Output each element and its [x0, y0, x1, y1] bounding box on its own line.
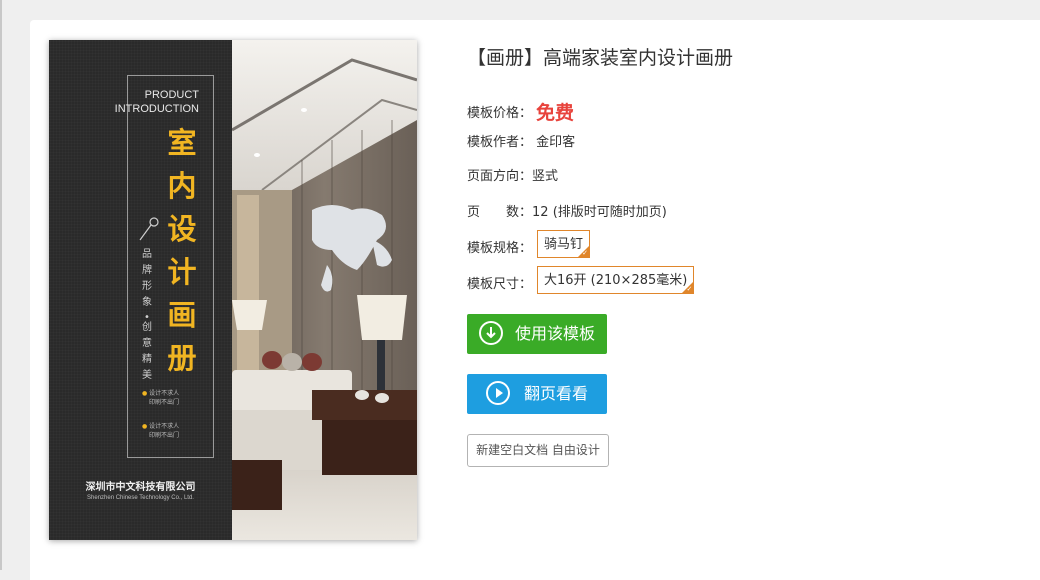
template-title: 【画册】高端家装室内设计画册	[467, 47, 734, 69]
flip-preview-button[interactable]: 翻页看看	[467, 374, 607, 414]
spec-row: 模板规格： 骑马钉 ✓	[467, 230, 591, 258]
cover-slogan-left: 品牌形象	[142, 249, 152, 308]
cover-bullet-2-line1: 设计不求人	[149, 423, 180, 430]
use-template-label: 使用该模板	[515, 324, 596, 343]
orientation-label: 页面方向：	[467, 169, 533, 184]
cover-product-line2: INTRODUCTION	[114, 103, 199, 115]
cover-bullet-1-line1: 设计不求人	[149, 390, 180, 397]
orientation-row: 页面方向：竖式	[467, 165, 558, 184]
cover-bullet-2-line2: 印刷不出门	[149, 432, 180, 439]
author-row: 模板作者： 金印客	[467, 131, 575, 150]
pages-row: 页 数：12 (排版时可随时加页)	[467, 201, 667, 220]
price-label: 模板价格：	[467, 106, 533, 121]
cover-company-name: 深圳市中文科技有限公司	[85, 482, 196, 493]
pages-value: 12 (排版时可随时加页)	[532, 205, 667, 220]
author-label: 模板作者：	[467, 135, 533, 150]
spec-option-selected[interactable]: 骑马钉 ✓	[537, 230, 591, 258]
pages-label: 页 数：	[467, 205, 533, 220]
cover-title-char: 计	[167, 255, 197, 289]
spec-label: 模板规格：	[467, 241, 533, 256]
size-label: 模板尺寸：	[467, 277, 533, 292]
size-option-selected[interactable]: 大16开 (210×285毫米) ✓	[537, 266, 695, 294]
cover-title-char: 内	[167, 169, 197, 203]
magnifier-icon	[139, 217, 159, 241]
cover-bullet-1-line2: 印刷不出门	[149, 399, 180, 406]
cover-bullet-1: ● 设计不求人 印刷不出门	[142, 389, 179, 407]
cover-title-char: 画	[167, 298, 197, 332]
cover-bullet-2: ● 设计不求人 印刷不出门	[142, 422, 179, 440]
play-circle-icon	[486, 381, 510, 405]
check-icon: ✓	[582, 249, 589, 257]
check-icon: ✓	[686, 285, 693, 293]
template-cover-image[interactable]: PRODUCT INTRODUCTION 室 内 设 计 画 册 品牌形象 • …	[49, 40, 417, 540]
author-value[interactable]: 金印客	[536, 135, 575, 150]
orientation-value: 竖式	[532, 169, 559, 184]
cover-interior-photo	[232, 40, 417, 540]
cover-title-char: 设	[167, 212, 197, 246]
cover-slogan-right: 创意精美	[142, 322, 152, 381]
cover-title-char: 室	[167, 126, 197, 160]
cover-title-char: 册	[167, 341, 197, 375]
cover-product-line1: PRODUCT	[144, 89, 199, 101]
size-option-label: 大16开 (210×285毫米)	[544, 273, 688, 288]
window-edge	[0, 0, 2, 570]
use-template-button[interactable]: 使用该模板	[467, 314, 607, 354]
download-circle-icon	[479, 321, 503, 345]
price-row: 模板价格： 免费	[467, 98, 574, 125]
cover-dark-panel: PRODUCT INTRODUCTION 室 内 设 计 画 册 品牌形象 • …	[49, 40, 232, 540]
price-value: 免费	[536, 102, 575, 124]
size-row: 模板尺寸： 大16开 (210×285毫米) ✓	[467, 266, 695, 294]
new-blank-document-button[interactable]: 新建空白文档 自由设计	[467, 434, 609, 467]
cover-product-text: PRODUCT INTRODUCTION	[109, 88, 199, 116]
cover-company-name-en: Shenzhen Chinese Technology Co., Ltd.	[87, 495, 194, 501]
flip-preview-label: 翻页看看	[524, 384, 589, 403]
